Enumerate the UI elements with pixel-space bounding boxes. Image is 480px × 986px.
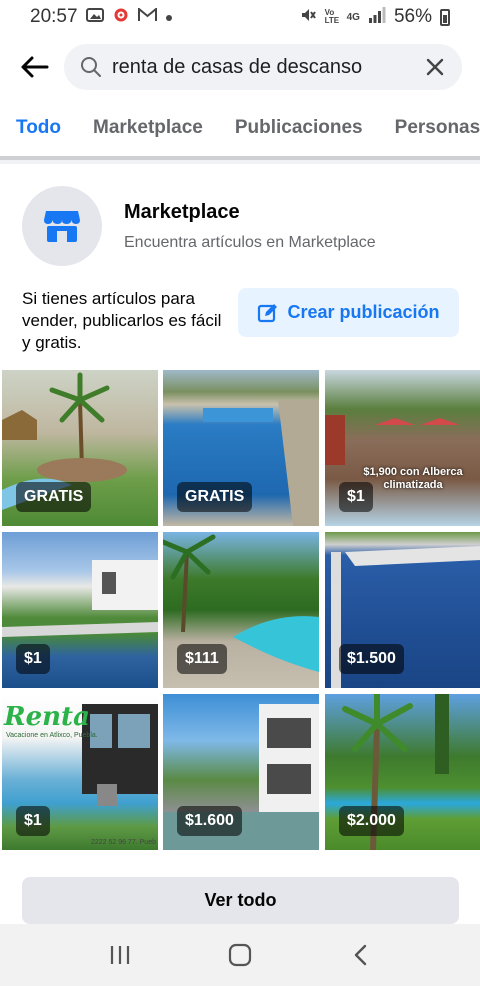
marketplace-titles: Marketplace Encuentra artículos en Marke… (124, 201, 376, 252)
home-button[interactable] (210, 930, 270, 980)
battery-percent: 56% (393, 6, 432, 27)
marketplace-logo (22, 186, 102, 266)
back-button[interactable] (18, 51, 50, 83)
marketplace-card: Marketplace Encuentra artículos en Marke… (0, 164, 480, 924)
listing-price: GRATIS (177, 482, 253, 512)
search-icon (81, 57, 101, 77)
close-icon (426, 58, 444, 76)
listing-price: $1 (339, 482, 373, 512)
listing-overlay-text: Renta (4, 702, 90, 732)
listing-tile[interactable]: GRATIS (2, 370, 158, 526)
create-listing-label: Crear publicación (287, 302, 440, 322)
tab-marketplace[interactable]: Marketplace (93, 100, 203, 156)
edit-icon (258, 303, 278, 322)
status-right: Vo LTE 4G 56% (299, 6, 450, 28)
shop-icon (44, 211, 80, 242)
status-bar: 20:57 Vo LTE 4G 56% (0, 0, 480, 34)
tab-personas[interactable]: Personas (395, 100, 480, 156)
listing-phone-text: 2222 52 96 77. Pueb (90, 839, 156, 846)
search-header (0, 34, 480, 100)
chevron-left-icon (354, 944, 367, 966)
listing-price: $1 (16, 644, 50, 674)
marketplace-header[interactable]: Marketplace Encuentra artículos en Marke… (22, 186, 376, 266)
see-all-button[interactable]: Ver todo (22, 877, 459, 924)
signal-icon (368, 7, 386, 27)
home-icon (228, 943, 252, 967)
photo-icon (85, 8, 104, 26)
battery-icon (440, 8, 450, 26)
listing-tile[interactable]: Renta Vacacione en Atlixco, Puebla. 2222… (2, 694, 158, 850)
listing-price: $1 (16, 806, 50, 836)
mute-icon (299, 6, 317, 28)
listing-price: $2.000 (339, 806, 404, 836)
status-left: 20:57 (30, 6, 173, 28)
settings-icon (112, 6, 130, 28)
search-input[interactable] (112, 55, 422, 79)
listing-tile[interactable]: $1.500 (325, 532, 480, 688)
listing-price: $111 (177, 644, 227, 674)
listing-overlay-subtext: Vacacione en Atlixco, Puebla. (6, 732, 98, 739)
listing-tile[interactable]: $111 (163, 532, 319, 688)
back-nav-button[interactable] (330, 930, 390, 980)
recent-apps-icon (110, 946, 130, 964)
recent-apps-button[interactable] (90, 930, 150, 980)
sell-info-text: Si tienes artículos para vender, publica… (22, 289, 222, 352)
listing-price: $1.600 (177, 806, 242, 836)
listing-price: GRATIS (16, 482, 92, 512)
listing-tile[interactable]: $1 (2, 532, 158, 688)
gmail-icon (137, 6, 157, 26)
4g-icon: 4G (346, 11, 360, 23)
listing-tile[interactable]: GRATIS (163, 370, 319, 526)
clear-search-button[interactable] (422, 54, 448, 80)
marketplace-title: Marketplace (124, 200, 240, 223)
marketplace-subtitle: Encuentra artículos en Marketplace (124, 233, 376, 251)
listing-tile[interactable]: $1.600 (163, 694, 319, 850)
arrow-left-icon (21, 56, 49, 78)
status-time: 20:57 (30, 6, 78, 27)
dot-icon (165, 9, 173, 26)
search-tabs: Todo Marketplace Publicaciones Personas (0, 100, 480, 160)
listing-tile[interactable]: $2.000 (325, 694, 480, 850)
listing-price: $1.500 (339, 644, 404, 674)
tab-todo[interactable]: Todo (16, 100, 61, 156)
search-box[interactable] (64, 44, 462, 90)
listing-tile[interactable]: $1,900 con Alberca climatizada $1 (325, 370, 480, 526)
system-nav-bar (0, 924, 480, 986)
create-listing-button[interactable]: Crear publicación (238, 288, 459, 337)
volte-icon: Vo LTE (324, 8, 340, 25)
tab-publicaciones[interactable]: Publicaciones (235, 100, 363, 156)
